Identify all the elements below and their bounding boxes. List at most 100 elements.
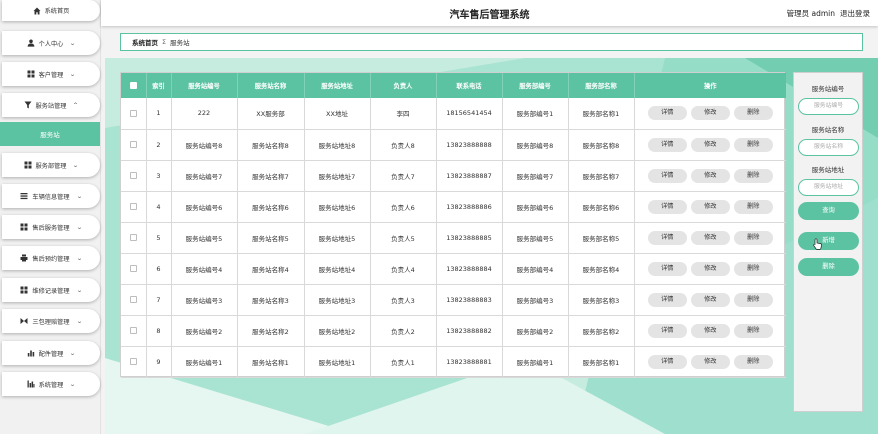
row-checkbox[interactable]: [121, 315, 147, 347]
table-cell: 服务站地址1: [304, 346, 371, 378]
delete-button[interactable]: 删除: [733, 230, 773, 245]
query-button[interactable]: 查询: [798, 202, 859, 220]
edit-button[interactable]: 修改: [690, 261, 730, 276]
edit-button[interactable]: 修改: [690, 230, 730, 245]
select-all-checkbox[interactable]: [121, 73, 147, 98]
sidebar-item-system[interactable]: 系统管理 ⌄: [2, 372, 100, 396]
sidebar-item-station[interactable]: 服务站管理 ⌃: [2, 93, 100, 117]
row-checkbox[interactable]: [121, 346, 147, 378]
row-checkbox[interactable]: [121, 129, 147, 161]
sidebar-item-department[interactable]: 服务部管理 ⌄: [2, 153, 100, 177]
row-checkbox[interactable]: [121, 222, 147, 254]
row-checkbox[interactable]: [121, 160, 147, 192]
detail-button[interactable]: 详情: [647, 137, 687, 152]
detail-button[interactable]: 详情: [647, 230, 687, 245]
row-actions: 详情 修改 删除: [634, 284, 786, 316]
delete-button[interactable]: 删除: [733, 199, 773, 214]
sidebar-item-warranty[interactable]: 三包理赔管理 ⌄: [2, 309, 100, 333]
table-cell: 服务站地址6: [304, 191, 371, 223]
table-cell: 服务部名称7: [568, 160, 635, 192]
sidebar-item-label: 售后预约管理: [32, 255, 70, 263]
search-code-label: 服务站编号: [811, 85, 845, 93]
table-cell: 李四: [370, 98, 437, 130]
sidebar-item-repair[interactable]: 维修记录管理 ⌄: [2, 278, 100, 302]
table-cell: 服务部名称2: [568, 315, 635, 347]
detail-button[interactable]: 详情: [647, 199, 687, 214]
table-cell: 服务站编号1: [171, 346, 238, 378]
sidebar-item-appointment[interactable]: 售后预约管理 ⌄: [2, 246, 100, 270]
chevron-down-icon: ⌄: [69, 70, 77, 78]
row-checkbox[interactable]: [121, 284, 147, 316]
table-cell: 6: [146, 253, 172, 285]
row-checkbox[interactable]: [121, 98, 147, 130]
sidebar-item-label: 售后服务管理: [32, 224, 70, 232]
table-cell: 2: [146, 129, 172, 161]
search-code-input[interactable]: 服务站编号: [798, 98, 859, 115]
detail-button[interactable]: 详情: [647, 168, 687, 183]
table-cell: 13823888886: [436, 191, 503, 223]
add-button[interactable]: 新增: [798, 232, 859, 250]
delete-button[interactable]: 删除: [733, 261, 773, 276]
row-actions: 详情 修改 删除: [634, 346, 786, 378]
sidebar-item-customer[interactable]: 客户管理 ⌄: [2, 62, 100, 86]
breadcrumb-home[interactable]: 系统首页: [132, 37, 158, 47]
edit-button[interactable]: 修改: [690, 354, 730, 369]
chevron-down-icon: ⌄: [69, 349, 77, 357]
edit-button[interactable]: 修改: [690, 292, 730, 307]
table-cell: 服务站名称2: [237, 315, 305, 347]
detail-button[interactable]: 详情: [647, 354, 687, 369]
delete-button[interactable]: 删除: [733, 323, 773, 338]
table-cell: 服务部编号1: [502, 98, 569, 130]
delete-button[interactable]: 删除: [733, 354, 773, 369]
sidebar-item-after-sales[interactable]: 售后服务管理 ⌄: [2, 215, 100, 239]
table-cell: 服务部编号6: [502, 191, 569, 223]
data-table: 索引 服务站编号 服务站名称 服务站地址 负责人 联系电话 服务部编号 服务部名…: [120, 72, 786, 378]
batch-delete-button[interactable]: 删除: [798, 258, 859, 276]
edit-button[interactable]: 修改: [690, 199, 730, 214]
sidebar-item-parts[interactable]: 配件管理 ⌄: [2, 341, 100, 365]
table-cell: 服务部编号7: [502, 160, 569, 192]
edit-button[interactable]: 修改: [690, 106, 730, 121]
edit-button[interactable]: 修改: [690, 168, 730, 183]
column-header: 服务部名称: [568, 73, 635, 98]
sidebar-item-label: 系统管理: [38, 381, 64, 389]
bowtie-icon: [20, 317, 28, 325]
table-cell: 服务站编号8: [171, 129, 238, 161]
search-name-input[interactable]: 服务站名称: [798, 139, 859, 156]
detail-button[interactable]: 详情: [647, 106, 687, 121]
table-cell: 负责人2: [370, 315, 437, 347]
table-cell: 服务部编号8: [502, 129, 569, 161]
chevron-down-icon: ⌄: [75, 317, 83, 325]
table-cell: 服务站编号5: [171, 222, 238, 254]
chevron-down-icon: ⌄: [75, 223, 83, 231]
search-address-input[interactable]: 服务站地址: [798, 179, 859, 196]
edit-button[interactable]: 修改: [690, 137, 730, 152]
row-actions: 详情 修改 删除: [634, 160, 786, 192]
chevron-down-icon: ⌄: [69, 39, 77, 47]
column-header: 服务站编号: [171, 73, 238, 98]
sidebar-item-home[interactable]: 系统首页: [2, 0, 100, 21]
bar-chart-icon: [27, 349, 35, 357]
sidebar-item-vehicle[interactable]: 车辆信息管理 ⌄: [2, 184, 100, 208]
table-row: 3 服务站编号7 服务站名称7 服务站地址7 负责人7 13823888887 服务部编号7…: [121, 160, 786, 192]
row-checkbox[interactable]: [121, 191, 147, 223]
table-cell: 服务站地址3: [304, 284, 371, 316]
row-actions: 详情 修改 删除: [634, 98, 786, 130]
edit-button[interactable]: 修改: [690, 323, 730, 338]
delete-button[interactable]: 删除: [733, 137, 773, 152]
detail-button[interactable]: 详情: [647, 292, 687, 307]
row-checkbox[interactable]: [121, 253, 147, 285]
logout-link[interactable]: 退出登录: [840, 8, 870, 19]
row-actions: 详情 修改 删除: [634, 222, 786, 254]
detail-button[interactable]: 详情: [647, 261, 687, 276]
table-cell: 服务站地址2: [304, 315, 371, 347]
delete-button[interactable]: 删除: [733, 292, 773, 307]
detail-button[interactable]: 详情: [647, 323, 687, 338]
delete-button[interactable]: 删除: [733, 168, 773, 183]
delete-button[interactable]: 删除: [733, 106, 773, 121]
sidebar-item-personal-center[interactable]: 个人中心 ⌄: [2, 31, 100, 55]
table-cell: 服务部编号5: [502, 222, 569, 254]
grid-icon: [27, 70, 35, 78]
sidebar-subitem-station[interactable]: 服务站: [0, 122, 100, 146]
chevron-down-icon: ⌄: [69, 380, 77, 388]
